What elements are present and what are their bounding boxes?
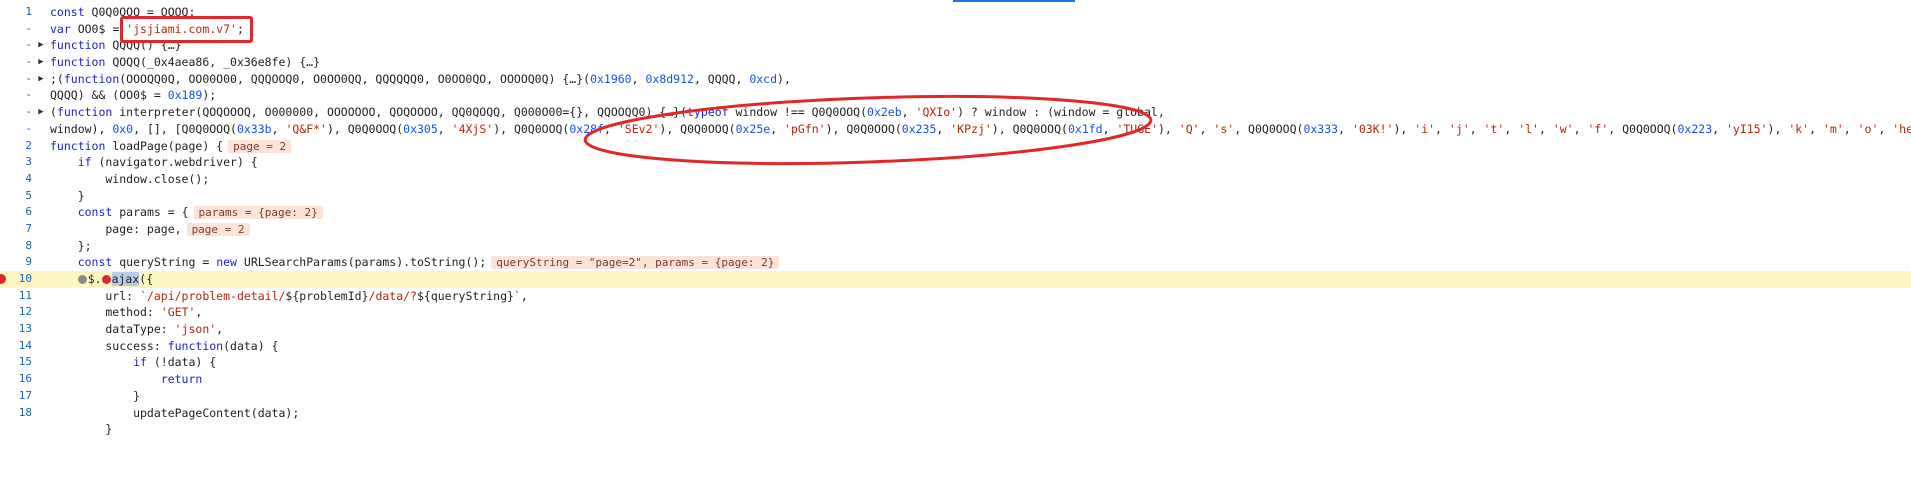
inline-value-hint: params = {page: 2} — [193, 206, 323, 220]
line-code: page: page, page = 2 — [50, 221, 250, 239]
code-line[interactable]: 11 url: `/api/problem-detail/${problemId… — [0, 288, 1911, 305]
line-number[interactable]: 9 — [0, 254, 32, 271]
line-code: } — [50, 388, 141, 403]
code-line[interactable]: 13 dataType: 'json', — [0, 321, 1911, 338]
line-code: window.close(); — [50, 171, 210, 186]
code-line[interactable]: 4 window.close(); — [0, 171, 1911, 188]
code-line[interactable]: 17 } — [0, 388, 1911, 405]
line-number[interactable]: 2 — [0, 138, 32, 155]
fold-expand-icon[interactable]: ▶ — [36, 54, 46, 71]
line-number[interactable]: 18 — [0, 405, 32, 422]
line-code: QQQQ) && (OO0$ = 0x189); — [50, 88, 217, 103]
code-line[interactable]: 18 updatePageContent(data); — [0, 405, 1911, 422]
code-line[interactable]: 15 if (!data) { — [0, 354, 1911, 371]
line-code: dataType: 'json', — [50, 322, 224, 337]
line-number[interactable]: 16 — [0, 371, 32, 388]
line-number[interactable]: 5 — [0, 188, 32, 205]
line-number[interactable]: - — [0, 21, 32, 38]
inline-value-hint: page = 2 — [228, 139, 292, 153]
line-code: const queryString = new URLSearchParams(… — [50, 254, 780, 272]
line-code: (function interpreter(QOQOOOQ, O000000, … — [50, 105, 1165, 120]
selected-token[interactable]: ajax — [111, 272, 140, 286]
line-code: function QOQQ(_0x4aea86, _0x36e8fe) {…} — [50, 55, 321, 70]
code-line[interactable]: 8 }; — [0, 238, 1911, 255]
code-line[interactable]: 9 const queryString = new URLSearchParam… — [0, 254, 1911, 271]
line-number[interactable]: - — [0, 37, 32, 54]
inline-value-hint: page = 2 — [186, 222, 250, 236]
line-code: ;(function(OOOQQ0Q, OO00O00, QQQOOQ0, O0… — [50, 71, 791, 86]
line-code: } — [50, 188, 85, 203]
active-tab-indicator — [953, 0, 1075, 2]
line-number[interactable]: 12 — [0, 304, 32, 321]
line-number[interactable]: 1 — [0, 4, 32, 21]
line-number[interactable]: 17 — [0, 388, 32, 405]
line-number[interactable]: 6 — [0, 204, 32, 221]
code-line[interactable]: - ▶ function QOQQ(_0x4aea86, _0x36e8fe) … — [0, 54, 1911, 71]
line-number[interactable]: 10 — [0, 271, 32, 288]
code-line[interactable]: - window), 0x0, [], [Q0Q0OOQ(0x33b, 'Q&F… — [0, 121, 1911, 138]
code-line[interactable]: - var OO0$ = 'jsjiami.com.v7'; — [0, 21, 1911, 38]
active-inline-breakpoint-icon[interactable] — [101, 275, 111, 284]
line-code: const params = {params = {page: 2} — [50, 204, 323, 222]
line-code: function loadPage(page) {page = 2 — [50, 138, 292, 156]
code-line[interactable]: 1 const Q0Q0OOQ = OOOQ; — [0, 4, 1911, 21]
inline-value-hint: queryString = "page=2", params = {page: … — [491, 256, 780, 270]
line-number[interactable]: - — [0, 71, 32, 88]
line-number[interactable]: 11 — [0, 288, 32, 305]
current-execution-line[interactable]: 10 $. ajax({ — [0, 271, 1911, 288]
source-code-editor[interactable]: 1 const Q0Q0OOQ = OOOQ; - var OO0$ = 'js… — [0, 4, 1911, 438]
code-line[interactable]: 3 if (navigator.webdriver) { — [0, 154, 1911, 171]
code-line[interactable]: 12 method: 'GET', — [0, 304, 1911, 321]
code-line[interactable]: 14 success: function(data) { — [0, 338, 1911, 355]
line-code: window), 0x0, [], [Q0Q0OOQ(0x33b, 'Q&F*'… — [50, 121, 1911, 136]
line-code: if (navigator.webdriver) { — [77, 155, 258, 170]
line-number[interactable]: 15 — [0, 354, 32, 371]
code-line[interactable]: - ▶ ;(function(OOOQQ0Q, OO00O00, QQQOOQ0… — [0, 71, 1911, 88]
keyword-token: const — [50, 5, 85, 19]
line-number[interactable]: 14 — [0, 338, 32, 355]
line-code: }; — [50, 238, 92, 253]
line-code: url: `/api/problem-detail/${problemId}/d… — [50, 288, 528, 303]
inline-breakpoint-icon[interactable] — [77, 275, 87, 284]
code-line[interactable]: 2 function loadPage(page) {page = 2 — [0, 138, 1911, 155]
code-line[interactable]: 5 } — [0, 188, 1911, 205]
line-number[interactable]: - — [0, 54, 32, 71]
fold-expand-icon[interactable]: ▶ — [36, 104, 46, 121]
line-number[interactable]: 3 — [0, 154, 32, 171]
code-line[interactable]: } — [0, 421, 1911, 438]
line-number[interactable]: - — [0, 104, 32, 121]
fold-expand-icon[interactable]: ▶ — [36, 71, 46, 88]
line-code: $. ajax({ — [50, 271, 153, 288]
line-code: updatePageContent(data); — [50, 405, 300, 420]
code-line[interactable]: - ▶ (function interpreter(QOQOOOQ, O0000… — [0, 104, 1911, 121]
line-number[interactable]: - — [0, 87, 32, 104]
line-number[interactable]: - — [0, 121, 32, 138]
line-code: return — [160, 372, 203, 387]
annotation-rectangle — [120, 16, 253, 43]
code-line[interactable]: 16 return — [0, 371, 1911, 388]
line-number[interactable]: 8 — [0, 238, 32, 255]
line-code: if (!data) { — [133, 355, 217, 370]
line-code: } — [50, 422, 113, 437]
line-number[interactable]: 7 — [0, 221, 32, 238]
line-number[interactable]: 4 — [0, 171, 32, 188]
code-line[interactable]: 7 page: page, page = 2 — [0, 221, 1911, 238]
line-code: method: 'GET', — [50, 305, 203, 320]
code-line[interactable]: - ▶ function QQQQ() {…} — [0, 37, 1911, 54]
fold-expand-icon[interactable]: ▶ — [36, 37, 46, 54]
line-number[interactable]: 13 — [0, 321, 32, 338]
line-code: success: function(data) { — [50, 338, 279, 353]
code-line[interactable]: 6 const params = {params = {page: 2} — [0, 204, 1911, 221]
code-line[interactable]: - QQQQ) && (OO0$ = 0x189); — [0, 87, 1911, 104]
